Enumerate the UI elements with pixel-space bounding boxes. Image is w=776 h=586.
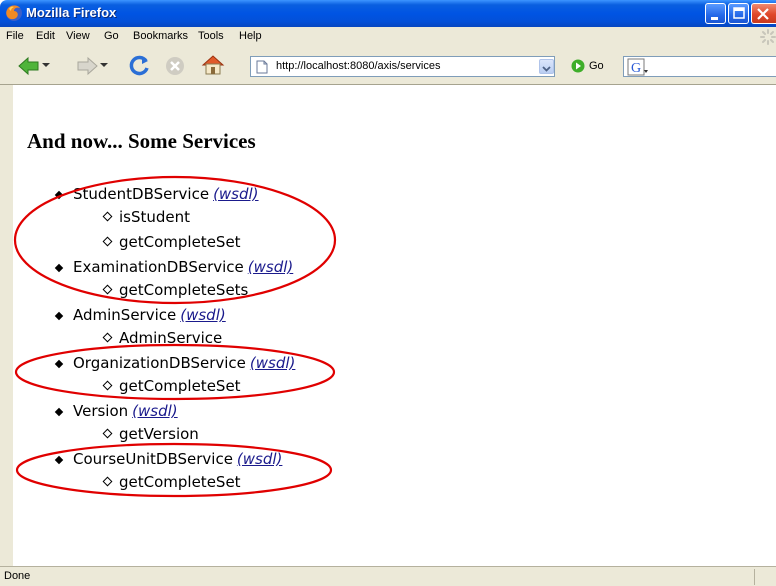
annotation-ellipse [15,442,333,498]
status-text: Done [4,570,31,582]
browser-window: Mozilla Firefox File Edit View Go Bookma… [0,0,776,586]
annotation-ellipse [13,175,337,305]
status-divider [754,569,755,585]
annotation-ellipse [14,343,336,401]
status-bar: Done [0,566,776,586]
annotation-overlay [13,175,337,498]
